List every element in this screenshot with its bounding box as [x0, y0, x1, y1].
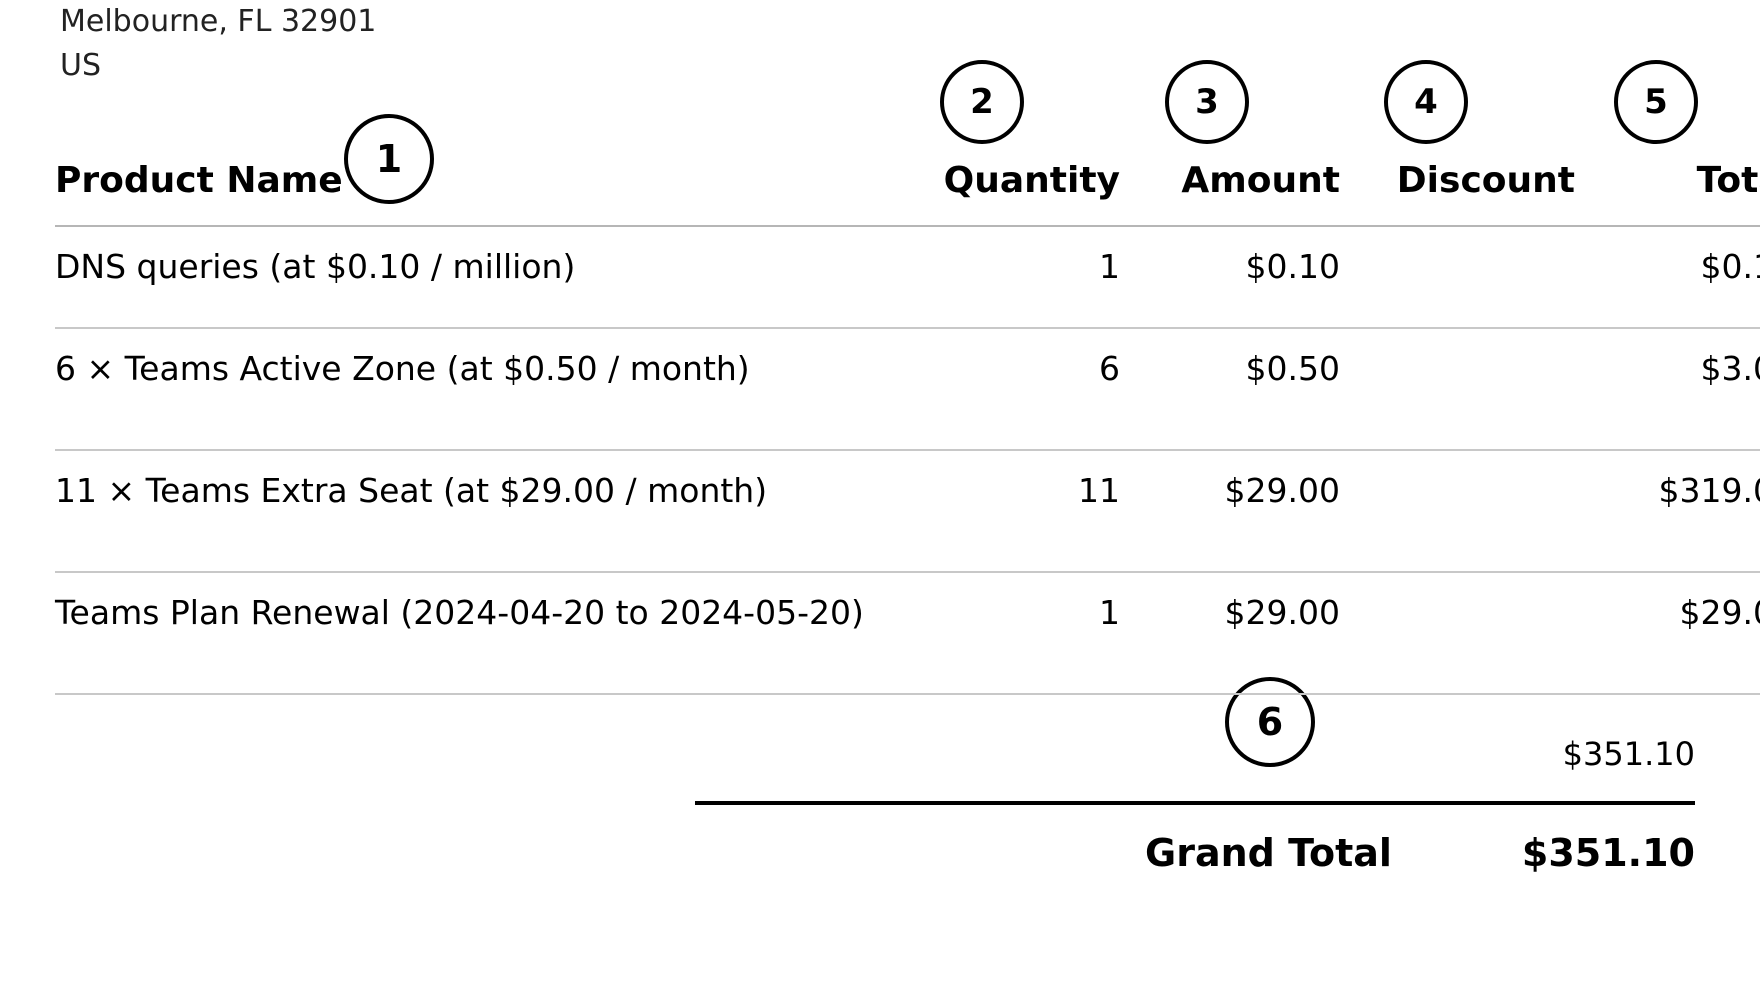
cell-discount: [1340, 226, 1575, 328]
cell-product: 6 × Teams Active Zone (at $0.50 / month): [55, 328, 910, 450]
subtotal-row: $351.10: [695, 735, 1695, 805]
table-row: 11 × Teams Extra Seat (at $29.00 / month…: [55, 450, 1760, 572]
cell-quantity: 1: [910, 226, 1120, 328]
col-header-product: Product Name: [55, 160, 910, 226]
table-row: Teams Plan Renewal (2024-04-20 to 2024-0…: [55, 572, 1760, 694]
cell-discount: [1340, 572, 1575, 694]
cell-total: $319.00: [1575, 450, 1760, 572]
cell-total: $0.10: [1575, 226, 1760, 328]
cell-amount: $0.50: [1120, 328, 1340, 450]
cell-quantity: 6: [910, 328, 1120, 450]
cell-amount: $29.00: [1120, 572, 1340, 694]
cell-quantity: 1: [910, 572, 1120, 694]
cell-amount: $29.00: [1120, 450, 1340, 572]
grand-total-label: Grand Total: [1145, 831, 1392, 875]
table-row: DNS queries (at $0.10 / million) 1 $0.10…: [55, 226, 1760, 328]
cell-product: Teams Plan Renewal (2024-04-20 to 2024-0…: [55, 572, 910, 694]
col-header-quantity: Quantity: [910, 160, 1120, 226]
cell-quantity: 11: [910, 450, 1120, 572]
invoice-page: Melbourne, FL 32901 US 1 2 3 4 5 6 Produ…: [0, 0, 1760, 983]
col-header-discount: Discount: [1340, 160, 1575, 226]
table-row: 6 × Teams Active Zone (at $0.50 / month)…: [55, 328, 1760, 450]
table-body: DNS queries (at $0.10 / million) 1 $0.10…: [55, 226, 1760, 694]
annotation-2: 2: [940, 60, 1024, 144]
annotation-5: 5: [1614, 60, 1698, 144]
col-header-amount: Amount: [1120, 160, 1340, 226]
address-line-2: US: [60, 44, 376, 88]
subtotal-value: $351.10: [1563, 735, 1695, 773]
cell-product: 11 × Teams Extra Seat (at $29.00 / month…: [55, 450, 910, 572]
grand-total-value: $351.10: [1522, 831, 1695, 875]
annotation-4: 4: [1384, 60, 1468, 144]
cell-total: $29.00: [1575, 572, 1760, 694]
cell-product: DNS queries (at $0.10 / million): [55, 226, 910, 328]
cell-discount: [1340, 450, 1575, 572]
invoice-line-items-table: Product Name Quantity Amount Discount To…: [55, 160, 1760, 695]
totals-block: $351.10 Grand Total $351.10: [695, 735, 1695, 875]
cell-amount: $0.10: [1120, 226, 1340, 328]
cell-discount: [1340, 328, 1575, 450]
annotation-3: 3: [1165, 60, 1249, 144]
grand-total-row: Grand Total $351.10: [695, 805, 1695, 875]
address-line-1: Melbourne, FL 32901: [60, 0, 376, 44]
col-header-total: Total: [1575, 160, 1760, 226]
table-header-row: Product Name Quantity Amount Discount To…: [55, 160, 1760, 226]
cell-total: $3.00: [1575, 328, 1760, 450]
billing-address: Melbourne, FL 32901 US: [60, 0, 376, 88]
